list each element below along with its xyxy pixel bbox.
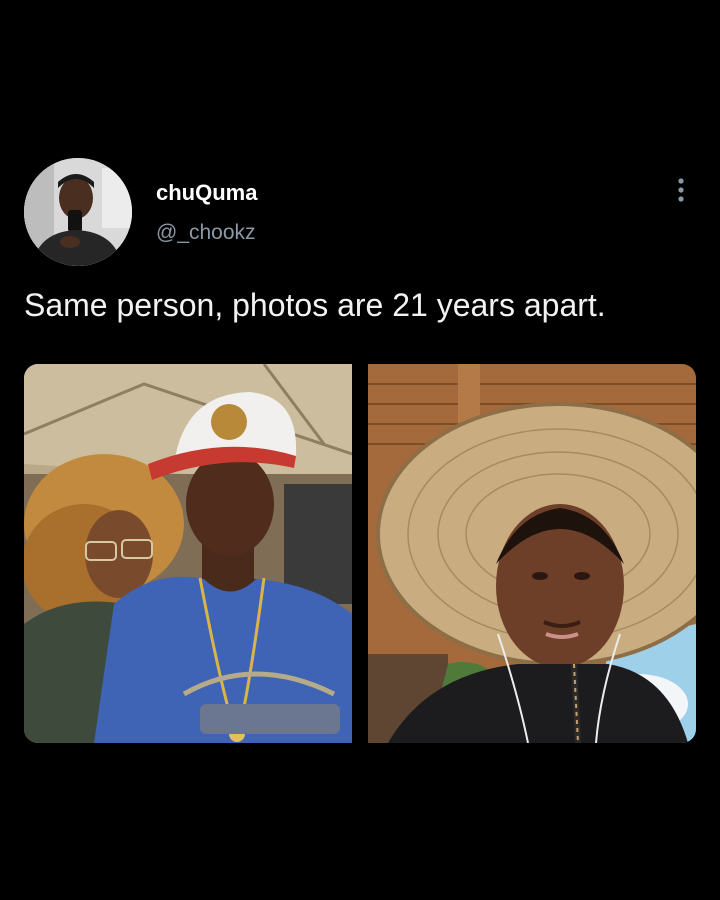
avatar-photo bbox=[24, 158, 132, 266]
tweet-photo-2[interactable] bbox=[368, 364, 696, 743]
author-avatar[interactable] bbox=[24, 158, 132, 266]
photo-right-image bbox=[368, 364, 696, 743]
author-handle[interactable]: @_chookz bbox=[156, 220, 256, 246]
vertical-ellipsis-icon bbox=[678, 178, 684, 202]
author-display-name[interactable]: chuQuma bbox=[156, 180, 257, 206]
photo-left-image bbox=[24, 364, 352, 743]
tweet-photo-1[interactable] bbox=[24, 364, 352, 743]
tweet-text: Same person, photos are 21 years apart. bbox=[24, 287, 606, 323]
more-options-button[interactable] bbox=[668, 174, 694, 208]
